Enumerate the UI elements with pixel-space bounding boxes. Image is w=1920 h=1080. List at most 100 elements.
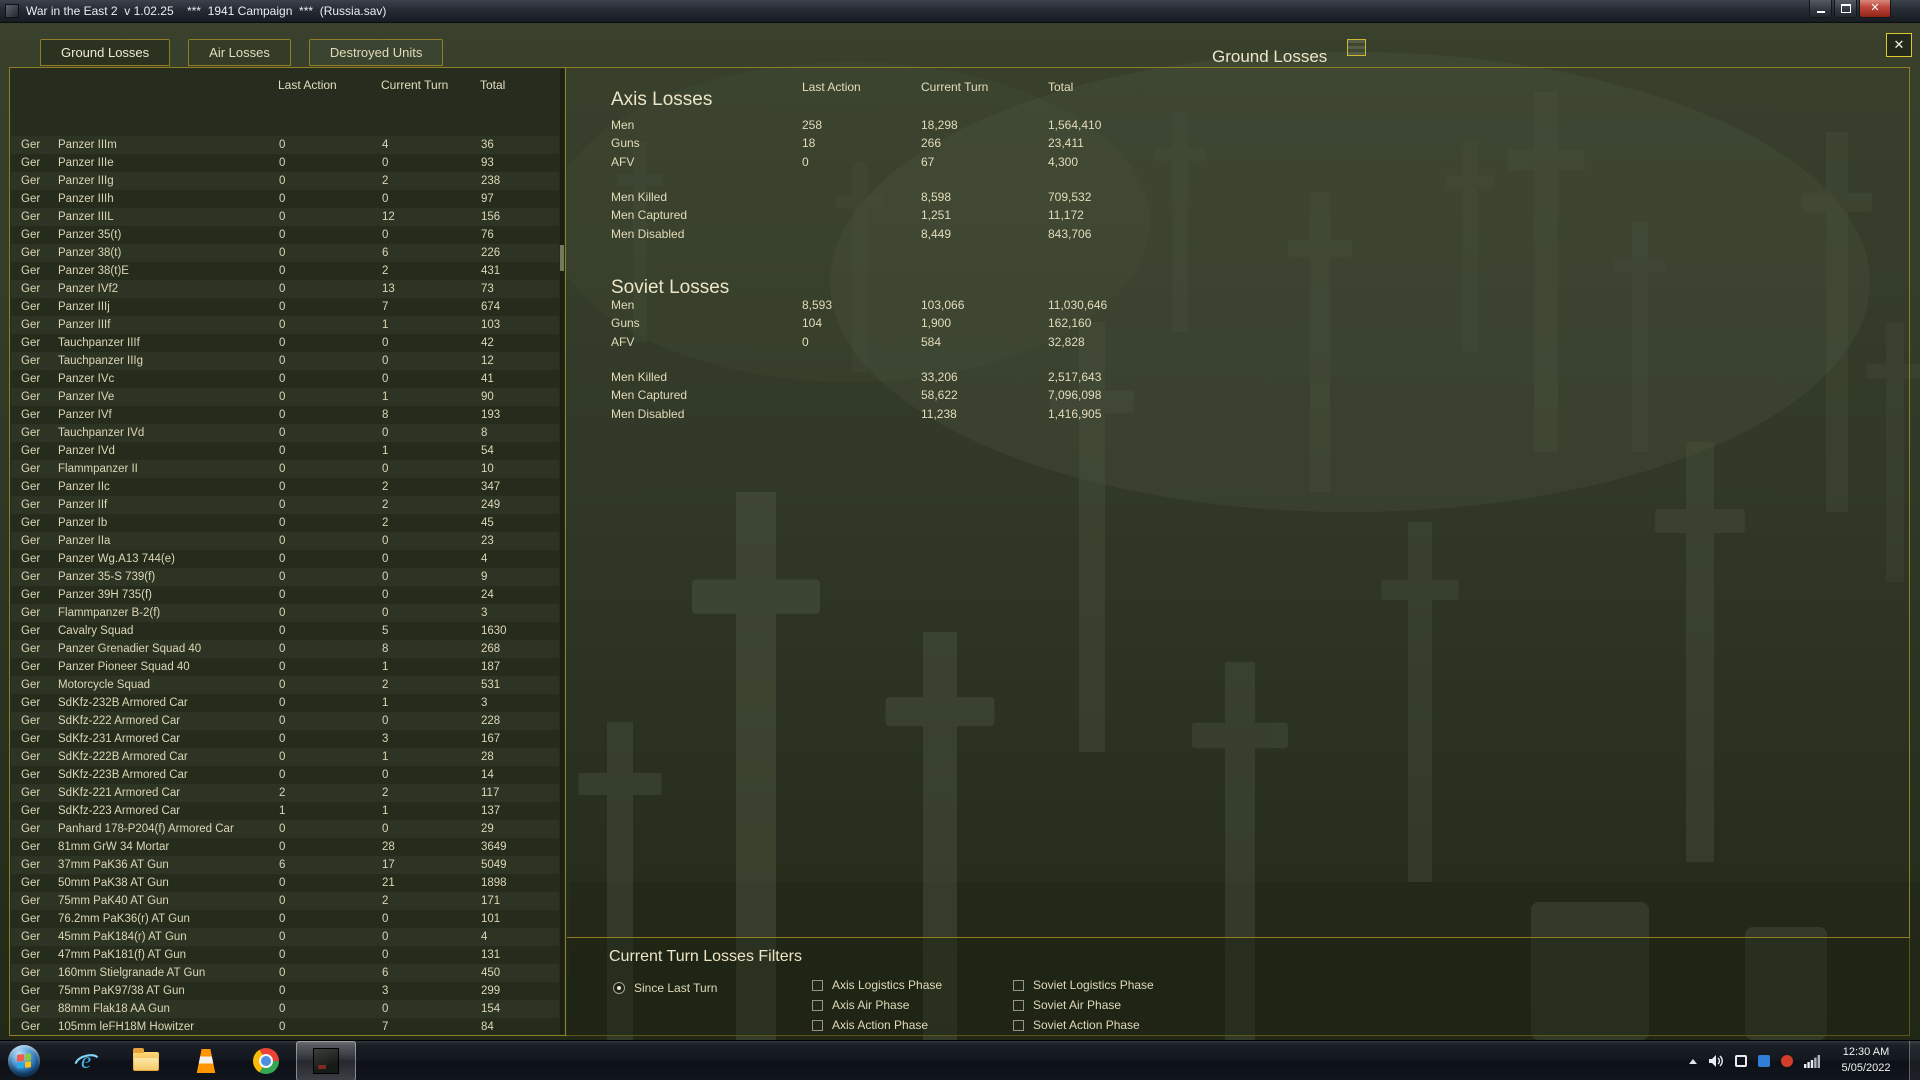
table-row[interactable]: Ger Tauchpanzer IIIf 0 0 42 xyxy=(11,334,559,352)
table-row[interactable]: Ger Panzer IIIh 0 0 97 xyxy=(11,190,559,208)
table-row[interactable]: Ger Panzer IVd 0 1 54 xyxy=(11,442,559,460)
table-row[interactable]: Ger 76.2mm PaK36(r) AT Gun 0 0 101 xyxy=(11,910,559,928)
tray-blue-icon[interactable] xyxy=(1758,1055,1770,1067)
checkbox-icon[interactable] xyxy=(812,979,823,991)
table-row[interactable]: Ger Panzer IIIe 0 0 93 xyxy=(11,154,559,172)
table-row[interactable]: Ger 81mm GrW 34 Mortar 0 28 3649 xyxy=(11,838,559,856)
maximize-button[interactable] xyxy=(1834,0,1857,18)
tray-red-icon[interactable] xyxy=(1781,1055,1793,1067)
taskbar-clock[interactable]: 12:30 AM 5/05/2022 xyxy=(1826,1044,1906,1076)
table-row[interactable]: Ger Panzer IVe 0 1 90 xyxy=(11,388,559,406)
filter-checkbox-item[interactable]: Axis Logistics Phase xyxy=(812,975,942,995)
table-row[interactable]: Ger 75mm PaK40 AT Gun 0 2 171 xyxy=(11,892,559,910)
start-button[interactable] xyxy=(8,1045,40,1077)
table-row[interactable]: Ger Motorcycle Squad 0 2 531 xyxy=(11,676,559,694)
taskbar-chrome[interactable] xyxy=(236,1041,296,1080)
filter-checkbox-item[interactable]: Axis Air Phase xyxy=(812,995,942,1015)
taskbar: e 12:30 AM 5/05/2022 xyxy=(0,1040,1920,1080)
wite2-icon xyxy=(313,1048,339,1074)
table-row[interactable]: Ger SdKfz-231 Armored Car 0 3 167 xyxy=(11,730,559,748)
table-row[interactable]: Ger Panzer Pioneer Squad 40 0 1 187 xyxy=(11,658,559,676)
table-row[interactable]: Ger Panzer IIIf 0 1 103 xyxy=(11,316,559,334)
checkbox-icon[interactable] xyxy=(1013,979,1024,991)
table-row[interactable]: Ger Tauchpanzer IIIg 0 0 12 xyxy=(11,352,559,370)
table-row[interactable]: Ger Cavalry Squad 0 5 1630 xyxy=(11,622,559,640)
hidden-icons-chevron[interactable] xyxy=(1689,1058,1697,1064)
help-icon[interactable] xyxy=(1347,39,1366,56)
scrollbar-thumb[interactable] xyxy=(560,245,564,271)
minimize-button[interactable] xyxy=(1809,0,1832,18)
taskbar-vlc[interactable] xyxy=(176,1041,236,1080)
table-row[interactable]: Ger Tauchpanzer IVd 0 0 8 xyxy=(11,424,559,442)
checkbox-icon[interactable] xyxy=(812,999,823,1011)
table-row[interactable]: Ger Panzer 35(t) 0 0 76 xyxy=(11,226,559,244)
close-button[interactable]: ✕ xyxy=(1859,0,1891,18)
filter-checkbox-item[interactable]: Axis Action Phase xyxy=(812,1015,942,1035)
filter-checkbox-item[interactable]: Soviet Logistics Phase xyxy=(1013,975,1154,995)
table-row[interactable]: Ger 45mm PaK184(r) AT Gun 0 0 4 xyxy=(11,928,559,946)
table-row[interactable]: Ger 75mm PaK97/38 AT Gun 0 3 299 xyxy=(11,982,559,1000)
table-row[interactable]: Ger 160mm Stielgranade AT Gun 0 6 450 xyxy=(11,964,559,982)
table-row[interactable]: Ger SdKfz-223B Armored Car 0 0 14 xyxy=(11,766,559,784)
table-row[interactable]: Ger SdKfz-232B Armored Car 0 1 3 xyxy=(11,694,559,712)
start-orb-icon xyxy=(17,1053,31,1069)
filter-checkbox-item[interactable]: Soviet Air Phase xyxy=(1013,995,1154,1015)
game-close-button[interactable]: ✕ xyxy=(1886,33,1912,57)
table-row[interactable]: Ger SdKfz-222B Armored Car 0 1 28 xyxy=(11,748,559,766)
tab-destroyed-units[interactable]: Destroyed Units xyxy=(308,39,444,66)
table-row[interactable]: Ger Panzer IIf 0 2 249 xyxy=(11,496,559,514)
radio-icon[interactable] xyxy=(613,982,625,994)
table-row[interactable]: Ger 105mm leFH18M Howitzer 0 7 84 xyxy=(11,1018,559,1034)
since-last-turn-radio[interactable]: Since Last Turn xyxy=(613,981,717,995)
checkbox-icon[interactable] xyxy=(1013,1019,1024,1031)
volume-icon[interactable] xyxy=(1708,1054,1724,1068)
table-row[interactable]: Ger 37mm PaK36 AT Gun 6 17 5049 xyxy=(11,856,559,874)
table-row[interactable]: Ger Panzer 39H 735(f) 0 0 24 xyxy=(11,586,559,604)
filter-checkbox-item[interactable]: Soviet Action Phase xyxy=(1013,1015,1154,1035)
taskbar-windows-explorer[interactable] xyxy=(116,1041,176,1080)
summary-row: Men 8,593 103,066 11,030,646 xyxy=(611,298,1108,312)
table-row[interactable]: Ger Panzer IVf 0 8 193 xyxy=(11,406,559,424)
table-row[interactable]: Ger Flammpanzer II 0 0 10 xyxy=(11,460,559,478)
taskbar-wite2-active[interactable] xyxy=(296,1041,356,1080)
table-row[interactable]: Ger SdKfz-222 Armored Car 0 0 228 xyxy=(11,712,559,730)
column-header-current-turn: Current Turn xyxy=(381,78,449,92)
axis-losses-title: Axis Losses xyxy=(611,89,713,110)
table-row[interactable]: Ger Panzer 35-S 739(f) 0 0 9 xyxy=(11,568,559,586)
window-title: War in the East 2 v 1.02.25 *** 1941 Cam… xyxy=(26,4,387,18)
table-row[interactable]: Ger SdKfz-221 Armored Car 2 2 117 xyxy=(11,784,559,802)
table-row[interactable]: Ger 88mm Flak18 AA Gun 0 0 154 xyxy=(11,1000,559,1018)
table-row[interactable]: Ger Panzer IVc 0 0 41 xyxy=(11,370,559,388)
table-row[interactable]: Ger Panhard 178-P204(f) Armored Car 0 0 29 xyxy=(11,820,559,838)
chrome-icon xyxy=(253,1048,279,1074)
table-row[interactable]: Ger Panzer IIIj 0 7 674 xyxy=(11,298,559,316)
table-row[interactable]: Ger Panzer IIa 0 0 23 xyxy=(11,532,559,550)
left-panel-scrollbar[interactable] xyxy=(560,69,564,1034)
table-row[interactable]: Ger Panzer Ib 0 2 45 xyxy=(11,514,559,532)
column-header-total: Total xyxy=(480,78,506,92)
tray-white-icon[interactable] xyxy=(1735,1055,1747,1067)
summary-header-last-action: Last Action xyxy=(802,80,861,94)
show-desktop-button[interactable] xyxy=(1909,1041,1920,1080)
summary-row: Guns 18 266 23,411 xyxy=(611,136,1084,151)
tab-air-losses[interactable]: Air Losses xyxy=(188,39,291,66)
table-row[interactable]: Ger Panzer IIIm 0 4 36 xyxy=(11,136,559,154)
taskbar-internet-explorer[interactable]: e xyxy=(56,1041,116,1080)
network-icon[interactable] xyxy=(1804,1054,1820,1068)
checkbox-icon[interactable] xyxy=(812,1019,823,1031)
table-row[interactable]: Ger Panzer Grenadier Squad 40 0 8 268 xyxy=(11,640,559,658)
table-row[interactable]: Ger Flammpanzer B-2(f) 0 0 3 xyxy=(11,604,559,622)
table-row[interactable]: Ger 50mm PaK38 AT Gun 0 21 1898 xyxy=(11,874,559,892)
table-row[interactable]: Ger Panzer IIc 0 2 347 xyxy=(11,478,559,496)
tab-ground-losses[interactable]: Ground Losses xyxy=(40,39,171,66)
table-row[interactable]: Ger Panzer 38(t)E 0 2 431 xyxy=(11,262,559,280)
table-row[interactable]: Ger Panzer IIIL 0 12 156 xyxy=(11,208,559,226)
table-row[interactable]: Ger Panzer IIIg 0 2 238 xyxy=(11,172,559,190)
summary-row: Men Killed 8,598 709,532 xyxy=(611,190,1092,204)
checkbox-icon[interactable] xyxy=(1013,999,1024,1011)
table-row[interactable]: Ger Panzer 38(t) 0 6 226 xyxy=(11,244,559,262)
table-row[interactable]: Ger SdKfz-223 Armored Car 1 1 137 xyxy=(11,802,559,820)
table-row[interactable]: Ger 47mm PaK181(f) AT Gun 0 0 131 xyxy=(11,946,559,964)
table-row[interactable]: Ger Panzer Wg.A13 744(e) 0 0 4 xyxy=(11,550,559,568)
table-row[interactable]: Ger Panzer IVf2 0 13 73 xyxy=(11,280,559,298)
